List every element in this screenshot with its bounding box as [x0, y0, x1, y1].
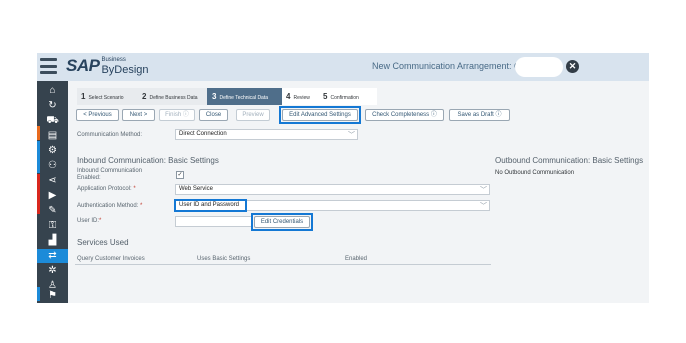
comm-method-select[interactable]: Direct Connection: [175, 129, 358, 140]
step-confirmation[interactable]: 5 Confirmation: [318, 88, 377, 105]
step-review[interactable]: 4 Review: [282, 88, 319, 105]
sap-bydesign-logo: SAP Business ByDesign: [66, 56, 149, 76]
app-protocol-label: Application Protocol: *: [77, 186, 136, 192]
outbound-section-title: Outbound Communication: Basic Settings: [495, 156, 644, 165]
page-title: New Communication Arrangement: CS: [372, 61, 527, 71]
user-id-label: User ID:*: [77, 218, 102, 224]
connect-icon[interactable]: ⇄: [37, 249, 68, 263]
flag-icon[interactable]: ⚑: [37, 289, 68, 303]
inbound-enabled-checkbox[interactable]: ✓: [176, 171, 184, 179]
menu-icon[interactable]: [40, 58, 57, 74]
check-completeness-button[interactable]: Check Completeness ⓘ: [365, 109, 444, 121]
people-icon[interactable]: ⚇: [37, 159, 68, 173]
services-col-enabled: Enabled: [345, 256, 368, 262]
play-icon[interactable]: ▶: [37, 189, 68, 203]
user-key-icon[interactable]: ⚿: [37, 219, 68, 233]
services-col-name: Query Customer Invoices: [77, 256, 145, 262]
step-define-technical-data[interactable]: 3 Define Technical Data: [207, 88, 284, 105]
table-divider: [75, 264, 491, 265]
left-nav: ⌂ ↻ ⛟ ▤ ⚙ ⚇ ⋖ ▶ ✎ ⚿ ▟ ⇄ ✲ ♙ ⚑: [37, 81, 68, 303]
home-icon[interactable]: ⌂: [37, 84, 68, 98]
redacted-name: [515, 57, 563, 77]
app-protocol-select[interactable]: Web Service: [175, 184, 490, 195]
refresh-icon[interactable]: ↻: [37, 99, 68, 113]
next-button[interactable]: Next >: [122, 109, 155, 121]
close-icon[interactable]: ✕: [566, 60, 579, 73]
user-id-field[interactable]: [175, 216, 253, 227]
close-button[interactable]: Close: [199, 109, 228, 121]
inbound-enabled-label: Inbound Communication Enabled:: [77, 168, 143, 181]
save-as-draft-button[interactable]: Save as Draft ⓘ: [449, 109, 510, 121]
step-select-scenario[interactable]: 1 Select Scenario: [77, 88, 143, 105]
preview-button[interactable]: Preview: [236, 109, 270, 121]
inbound-section-title: Inbound Communication: Basic Settings: [77, 156, 219, 165]
share-icon[interactable]: ⋖: [37, 174, 68, 188]
finish-button[interactable]: Finish ⓘ: [159, 109, 195, 121]
chevron-down-icon[interactable]: ﹀: [348, 130, 355, 140]
gears-icon[interactable]: ✲: [37, 264, 68, 278]
chevron-down-icon[interactable]: ﹀: [480, 201, 487, 211]
services-title: Services Used: [77, 238, 129, 247]
highlight-auth-method: [174, 199, 247, 212]
previous-button[interactable]: < Previous: [76, 109, 119, 121]
highlight-edit-credentials: [251, 213, 313, 231]
services-col-basic: Uses Basic Settings: [197, 256, 251, 262]
chevron-down-icon[interactable]: ﹀: [480, 185, 487, 195]
comm-method-label: Communication Method:: [77, 132, 143, 138]
bar-chart-icon[interactable]: ▟: [37, 234, 68, 248]
truck-icon[interactable]: ⛟: [37, 114, 68, 128]
step-define-business-data[interactable]: 2 Define Business Data: [139, 88, 210, 105]
service-icon[interactable]: ⚙: [37, 144, 68, 158]
tools-icon[interactable]: ✎: [37, 204, 68, 218]
highlight-edit-advanced: [279, 106, 361, 124]
outbound-status-text: No Outbound Communication: [495, 170, 575, 176]
auth-method-label: Authentication Method: *: [77, 203, 143, 209]
document-forward-icon[interactable]: ▤: [37, 129, 68, 143]
